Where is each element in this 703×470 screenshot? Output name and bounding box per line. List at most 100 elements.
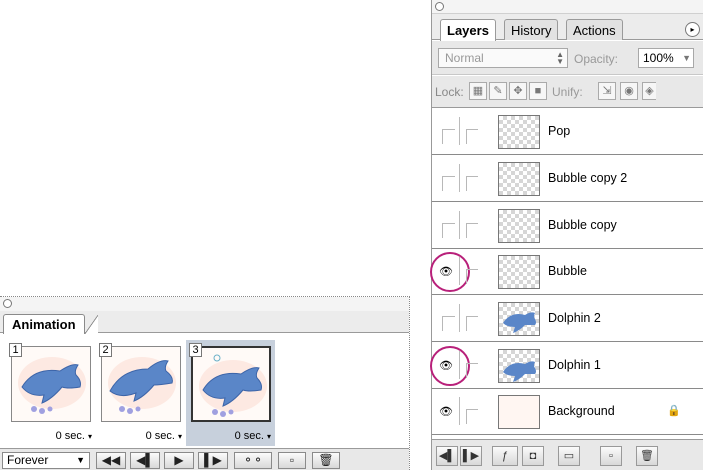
new-set-folder-icon[interactable]: ▭ xyxy=(558,446,580,466)
layer-row-bubble-copy[interactable]: Bubble copy xyxy=(432,203,703,249)
dolphin-layer-thumbnail xyxy=(498,302,540,336)
link-toggle[interactable] xyxy=(462,211,482,239)
animation-frame-2[interactable]: 2 0 sec. ▾ xyxy=(96,340,186,446)
animation-tab-row: Animation xyxy=(0,311,409,335)
layer-row-background[interactable]: 👁 Background 🔒 xyxy=(432,389,703,435)
layer-thumbnail xyxy=(498,115,540,149)
tab-animation[interactable]: Animation xyxy=(3,314,98,335)
previous-frame-button[interactable]: ◀▌ xyxy=(130,452,160,469)
link-toggle[interactable] xyxy=(462,117,482,145)
chevron-down-icon: ▼ xyxy=(76,455,85,465)
visibility-toggle[interactable] xyxy=(436,117,460,145)
link-toggle[interactable] xyxy=(462,304,482,332)
visibility-toggle[interactable] xyxy=(436,164,460,192)
animation-frame-1[interactable]: 1 0 sec. ▾ xyxy=(6,340,96,446)
next-frame-icon[interactable]: ▌▶ xyxy=(460,446,482,466)
previous-frame-icon[interactable]: ◀▌ xyxy=(436,446,458,466)
frame-number: 3 xyxy=(189,343,202,357)
link-toggle[interactable] xyxy=(462,351,482,379)
visibility-toggle[interactable]: 👁 xyxy=(436,397,460,425)
empty-eye-slot xyxy=(442,129,455,144)
opacity-label: Opacity: xyxy=(574,52,619,66)
dolphin-layer-thumbnail xyxy=(498,349,540,383)
new-layer-icon[interactable]: ▫ xyxy=(600,446,622,466)
animation-palette: Animation 1 0 sec. ▾ 2 0 sec. ▾ 3 0 sec.… xyxy=(0,296,410,470)
dolphin-thumbnail xyxy=(11,346,91,422)
loop-select[interactable]: Forever ▼ xyxy=(2,452,90,469)
layer-row-bubble[interactable]: 👁 Bubble xyxy=(430,249,703,295)
unify-label: Unify: xyxy=(552,85,583,99)
visibility-toggle[interactable] xyxy=(436,304,460,332)
lock-position-move-icon[interactable]: ✥ xyxy=(509,82,527,100)
tab-layers[interactable]: Layers xyxy=(440,19,496,41)
stepper-icon: ▲ ▼ xyxy=(556,50,564,66)
eye-icon: 👁 xyxy=(439,406,453,418)
layer-row-dolphin-2[interactable]: Dolphin 2 xyxy=(432,296,703,342)
animation-frame-3[interactable]: 3 0 sec. ▾ xyxy=(186,340,275,446)
first-frame-button[interactable]: ◀◀ xyxy=(96,452,126,469)
layer-name: Dolphin 1 xyxy=(548,358,601,372)
background-layer-thumbnail xyxy=(498,395,540,429)
new-frame-button[interactable]: ▫ xyxy=(278,452,306,469)
empty-link-slot xyxy=(466,176,478,191)
lock-paint-brush-icon[interactable]: ✎ xyxy=(489,82,507,100)
tab-history[interactable]: History xyxy=(504,19,559,40)
add-mask-icon[interactable]: ◘ xyxy=(522,446,544,466)
layer-name: Background xyxy=(548,404,615,418)
tab-actions[interactable]: Actions xyxy=(566,19,623,40)
close-icon[interactable] xyxy=(3,299,12,308)
blend-mode-select[interactable]: Normal ▲ ▼ xyxy=(438,48,568,68)
layer-row-pop[interactable]: Pop xyxy=(432,109,703,155)
chevron-down-icon: ▼ xyxy=(682,53,691,63)
lock-transparency-icon[interactable]: ▦ xyxy=(469,82,487,100)
link-toggle[interactable] xyxy=(462,164,482,192)
unify-position-icon[interactable]: ⇲ xyxy=(598,82,616,100)
lock-all-icon[interactable]: ■ xyxy=(529,82,547,100)
frame-number: 1 xyxy=(9,343,22,357)
layer-name: Bubble xyxy=(548,264,587,278)
layers-palette: Layers History Actions ▸ Normal ▲ ▼ Opaci… xyxy=(430,0,703,470)
unify-visibility-icon[interactable]: ◉ xyxy=(620,82,638,100)
empty-link-slot xyxy=(466,316,478,331)
empty-link-slot xyxy=(466,363,478,378)
frame-delay[interactable]: 0 sec. ▾ xyxy=(56,430,92,442)
empty-link-slot xyxy=(466,409,478,424)
layer-row-dolphin-1[interactable]: 👁 Dolphin 1 xyxy=(430,343,703,389)
palette-menu-icon[interactable]: ▸ xyxy=(685,22,700,37)
empty-link-slot xyxy=(466,269,478,284)
layer-thumbnail xyxy=(498,209,540,243)
tween-button[interactable]: ⚬⚬ xyxy=(234,452,272,469)
visibility-toggle[interactable] xyxy=(436,211,460,239)
empty-link-slot xyxy=(466,129,478,144)
layer-style-icon[interactable]: ƒ xyxy=(492,446,518,466)
play-button[interactable]: ▶ xyxy=(164,452,194,469)
dolphin-thumbnail xyxy=(191,346,271,422)
animation-toolbar: Forever ▼ ◀◀ ◀▌ ▶ ▌▶ ⚬⚬ ▫ 🗑 xyxy=(0,448,409,470)
close-icon[interactable] xyxy=(435,2,444,11)
next-frame-button[interactable]: ▌▶ xyxy=(198,452,228,469)
unify-style-icon[interactable]: ◈ xyxy=(642,82,656,100)
frame-strip: 1 0 sec. ▾ 2 0 sec. ▾ 3 0 sec. ▾ xyxy=(0,334,409,448)
link-toggle[interactable] xyxy=(462,397,482,425)
frame-delay[interactable]: 0 sec. ▾ xyxy=(146,430,182,442)
layer-list: Pop Bubble copy 2 Bubble copy 👁 Bubble D… xyxy=(430,109,703,435)
layer-name: Bubble copy 2 xyxy=(548,171,628,185)
delete-frame-button[interactable]: 🗑 xyxy=(312,452,340,469)
layer-name: Dolphin 2 xyxy=(548,311,601,325)
animation-titlebar xyxy=(0,297,409,311)
empty-eye-slot xyxy=(442,223,455,238)
empty-link-slot xyxy=(466,223,478,238)
link-toggle[interactable] xyxy=(462,257,482,285)
empty-eye-slot xyxy=(442,176,455,191)
dolphin-thumbnail xyxy=(101,346,181,422)
trash-icon[interactable]: 🗑 xyxy=(636,446,658,466)
frame-number: 2 xyxy=(99,343,112,357)
lock-label: Lock: xyxy=(435,85,464,99)
opacity-field[interactable]: 100% ▼ xyxy=(638,48,694,68)
lock-icon: 🔒 xyxy=(667,405,681,417)
blend-mode-row: Normal ▲ ▼ Opacity: 100% ▼ xyxy=(432,41,703,75)
layers-tab-row: Layers History Actions ▸ xyxy=(432,14,703,41)
frame-delay[interactable]: 0 sec. ▾ xyxy=(235,430,271,442)
layers-toolbar: ◀▌ ▌▶ ƒ ◘ ▭ ▫ 🗑 xyxy=(432,439,703,470)
layer-row-bubble-copy-2[interactable]: Bubble copy 2 xyxy=(432,156,703,202)
